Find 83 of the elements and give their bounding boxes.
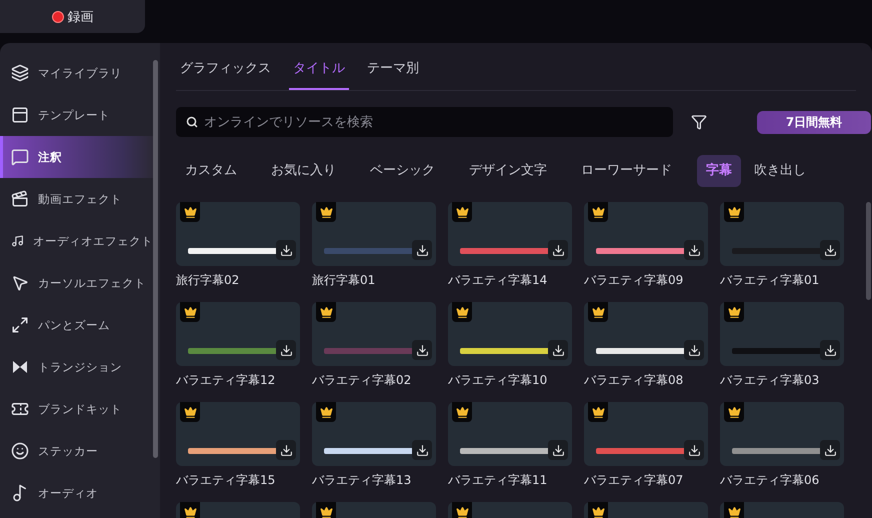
template-thumbnail[interactable] <box>312 202 436 266</box>
download-icon[interactable] <box>684 440 704 460</box>
sidebar-item[interactable]: 注釈 <box>0 136 153 178</box>
sidebar-item[interactable]: オーディオエフェクト <box>0 220 153 262</box>
layers-icon <box>11 64 29 82</box>
smiley-icon <box>11 442 29 460</box>
template-thumbnail[interactable] <box>176 302 300 366</box>
scrollbar[interactable] <box>153 60 158 458</box>
template-name: バラエティ字幕07 <box>584 472 684 489</box>
tab[interactable]: テーマ別 <box>363 43 423 90</box>
free-trial-button[interactable]: 7日間無料 <box>757 110 871 134</box>
category-tab[interactable]: ベーシック <box>361 155 444 187</box>
cursor-icon <box>11 274 29 292</box>
scrollbar[interactable] <box>866 202 871 300</box>
category-tab[interactable]: カスタム <box>176 155 246 187</box>
tab[interactable]: タイトル <box>289 43 349 90</box>
category-tab[interactable]: お気に入り <box>262 155 345 187</box>
template-name: バラエティ字幕09 <box>584 272 684 289</box>
template-thumbnail[interactable] <box>448 302 572 366</box>
clapperboard-icon <box>11 190 29 208</box>
download-icon[interactable] <box>820 240 840 260</box>
template-thumbnail[interactable] <box>312 302 436 366</box>
template-name: バラエティ字幕08 <box>584 372 684 389</box>
template-name: バラエティ字幕10 <box>448 372 548 389</box>
bowtie-icon <box>11 358 29 376</box>
download-icon[interactable] <box>412 340 432 360</box>
download-icon[interactable] <box>276 340 296 360</box>
download-icon[interactable] <box>548 340 568 360</box>
template-name: バラエティ字幕14 <box>448 272 548 289</box>
download-icon[interactable] <box>548 240 568 260</box>
template-name: 旅行字幕01 <box>312 272 376 289</box>
download-icon[interactable] <box>548 440 568 460</box>
template-name: バラエティ字幕13 <box>312 472 412 489</box>
sidebar-item[interactable]: ブランドキット <box>0 388 153 430</box>
download-icon[interactable] <box>684 240 704 260</box>
template-name: バラエティ字幕01 <box>720 272 820 289</box>
sidebar-item[interactable]: テンプレート <box>0 94 153 136</box>
template-name: バラエティ字幕15 <box>176 472 276 489</box>
search-field[interactable]: オンラインでリソースを検索 <box>176 107 673 137</box>
template-thumbnail[interactable] <box>584 402 708 466</box>
template-thumbnail[interactable] <box>720 202 844 266</box>
filter-icon[interactable] <box>691 114 707 130</box>
music-icon <box>11 484 29 502</box>
template-thumbnail[interactable] <box>176 202 300 266</box>
download-icon[interactable] <box>820 340 840 360</box>
template-name: バラエティ字幕02 <box>312 372 412 389</box>
sidebar-item[interactable]: オーディオ <box>0 472 153 514</box>
template-thumbnail[interactable] <box>448 202 572 266</box>
category-tab[interactable]: ローワーサード <box>572 155 681 187</box>
category-tab[interactable]: デザイン文字 <box>460 155 556 187</box>
template-thumbnail[interactable] <box>448 402 572 466</box>
template-thumbnail[interactable] <box>720 302 844 366</box>
download-icon[interactable] <box>412 440 432 460</box>
ticket-icon <box>11 400 29 418</box>
template-name: 旅行字幕02 <box>176 272 240 289</box>
diagonal-arrows-icon <box>11 316 29 334</box>
template-name: バラエティ字幕12 <box>176 372 276 389</box>
download-icon[interactable] <box>820 440 840 460</box>
download-icon[interactable] <box>684 340 704 360</box>
template-name: バラエティ字幕11 <box>448 472 548 489</box>
layout-icon <box>11 106 29 124</box>
sidebar-item[interactable]: マイライブラリ <box>0 52 153 94</box>
category-tab[interactable]: 字幕 <box>697 155 741 187</box>
template-thumbnail[interactable] <box>584 302 708 366</box>
sidebar-item[interactable]: 動画エフェクト <box>0 178 153 220</box>
template-thumbnail[interactable] <box>312 402 436 466</box>
template-name: バラエティ字幕06 <box>720 472 820 489</box>
template-thumbnail[interactable] <box>176 402 300 466</box>
download-icon[interactable] <box>276 440 296 460</box>
template-name: バラエティ字幕03 <box>720 372 820 389</box>
template-thumbnail[interactable] <box>720 402 844 466</box>
sidebar-item[interactable]: カーソルエフェクト <box>0 262 153 304</box>
sidebar-item[interactable]: パンとズーム <box>0 304 153 346</box>
sidebar-item[interactable]: ステッカー <box>0 430 153 472</box>
download-icon[interactable] <box>276 240 296 260</box>
download-icon[interactable] <box>412 240 432 260</box>
category-tab[interactable]: 吹き出し <box>745 155 815 187</box>
speech-bubble-icon <box>11 148 29 166</box>
tab[interactable]: グラフィックス <box>176 43 275 90</box>
template-thumbnail[interactable] <box>584 202 708 266</box>
sidebar-item[interactable]: トランジション <box>0 346 153 388</box>
record-button[interactable]: 録画 <box>0 0 145 33</box>
search-icon <box>186 116 198 128</box>
